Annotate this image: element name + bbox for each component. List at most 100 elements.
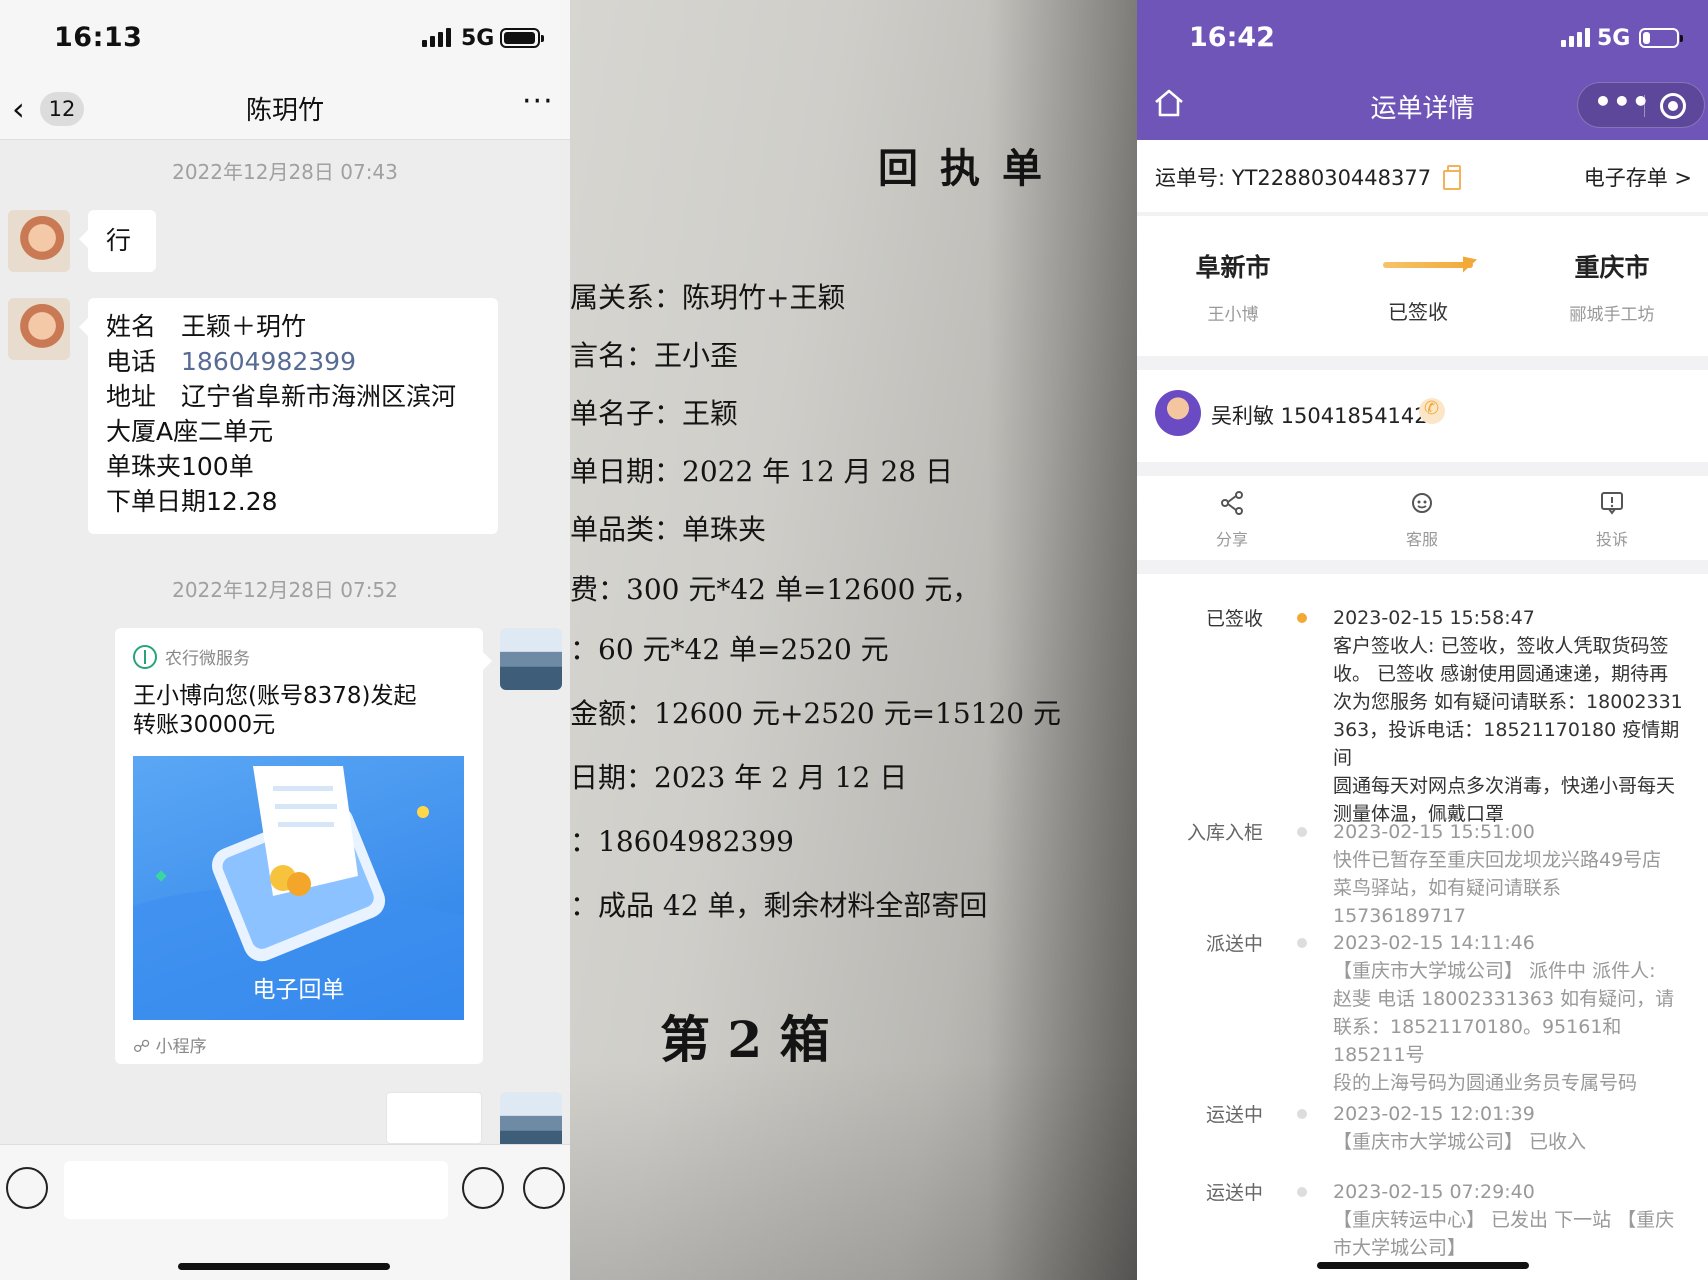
- dest-city: 重庆市: [1574, 253, 1650, 282]
- receipt-line: 费：300 元*42 单=12600 元，: [570, 573, 981, 606]
- more-icon[interactable]: ···: [522, 84, 554, 119]
- card-text: 王小博向您(账号8378)发起 转账30000元: [133, 682, 416, 740]
- event-status: 入库入柜: [1186, 822, 1263, 844]
- event-line[interactable]: 菜鸟驿站，如有疑问请联系15736189717: [1333, 874, 1693, 930]
- message-timestamp: 2022年12月28日 07:52: [172, 578, 398, 602]
- emoji-icon[interactable]: [462, 1167, 504, 1209]
- event-detail: 2023-02-15 15:51:00 快件已暂存至重庆回龙坝龙兴路49号店 菜…: [1333, 818, 1693, 930]
- abc-bank-icon: [133, 644, 157, 669]
- action-label: 分享: [1215, 530, 1248, 549]
- mini-program-capsule: •••: [1577, 82, 1705, 128]
- receipt-line: 单日期：2022 年 12 月 28 日: [570, 455, 954, 488]
- mini-program-text: 小程序: [155, 1037, 207, 1057]
- home-indicator: [1317, 1262, 1529, 1269]
- action-bar: 分享 客服 投诉: [1137, 476, 1708, 560]
- message-text: 行: [106, 226, 132, 255]
- network-label: 5G: [1597, 26, 1631, 51]
- courier-avatar: [1155, 390, 1201, 436]
- tracking-timeline: 已签收 2023-02-15 15:58:47 客户签收人: 已签收，签收人凭取…: [1137, 574, 1708, 1280]
- share-icon: [1221, 491, 1243, 515]
- origin-person: 王小博: [1207, 305, 1259, 325]
- contact-avatar[interactable]: [8, 298, 70, 360]
- photo-shadow: [570, 1060, 1137, 1280]
- route-arrow-icon: [1383, 262, 1473, 268]
- service-button[interactable]: 客服: [1327, 490, 1517, 550]
- network-label: 5G: [461, 26, 495, 51]
- event-time: 2023-02-15 12:01:39: [1333, 1103, 1535, 1125]
- status-bar: 16:13 5G: [0, 0, 570, 78]
- my-avatar[interactable]: [500, 628, 562, 690]
- event-line: 客户签收人: 已签收，签收人凭取货码签: [1333, 635, 1669, 657]
- customer-service-icon: [1412, 493, 1432, 513]
- event-status: 运送中: [1205, 1104, 1263, 1126]
- status-time: 16:13: [54, 22, 143, 53]
- order-line: 大厦A座二单元: [106, 417, 274, 446]
- event-line: 市大学城公司】: [1333, 1237, 1467, 1259]
- action-label: 投诉: [1595, 530, 1628, 549]
- card-source-label: 农行微服务: [165, 649, 250, 669]
- order-line: 下单日期12.28: [106, 487, 278, 516]
- event-time: 2023-02-15 15:58:47: [1333, 607, 1535, 629]
- status-time: 16:42: [1189, 22, 1275, 53]
- timeline-dot-icon: [1297, 1109, 1307, 1119]
- order-info-bubble[interactable]: 姓名 王颖＋玥竹 电话 18604982399 地址 辽宁省阜新市海洲区滨河 大…: [79, 298, 498, 534]
- receipt-line: ：成品 42 单，剩余材料全部寄回: [570, 889, 988, 922]
- receipt-line: ：18604982399: [570, 825, 794, 858]
- order-line: 姓名 王颖＋玥竹: [106, 312, 307, 341]
- event-line[interactable]: 次为您服务 如有疑问请联系：18002331: [1333, 688, 1693, 716]
- courier-row: 吴利敏 15041854142: [1137, 370, 1708, 462]
- copy-icon[interactable]: [1443, 165, 1461, 190]
- event-line: 圆通每天对网点多次消毒，快递小哥每天: [1333, 775, 1676, 797]
- link-icon: ☍: [133, 1037, 156, 1057]
- receipt-line: ：60 元*42 单=2520 元: [570, 633, 889, 666]
- home-indicator: [178, 1263, 390, 1270]
- receipt-illustration: 电子回单: [133, 756, 464, 1020]
- event-line: 收。 已签收 感谢使用圆通速递，期待再: [1333, 663, 1669, 685]
- capsule-divider: [1644, 95, 1645, 117]
- tracking-screen: 16:42 5G 运单详情 ••• 运单号: YT2288030448377 电…: [1137, 0, 1708, 1280]
- signal-icon: [1561, 28, 1590, 47]
- screenshot-thumbnail[interactable]: [386, 1092, 482, 1144]
- chat-input-bar: [0, 1144, 570, 1280]
- transfer-card[interactable]: 农行微服务 王小博向您(账号8378)发起 转账30000元 电子回单 ☍ 小程…: [115, 628, 492, 1064]
- receipt-photo: 回执单 属关系：陈玥竹+王颖 言名：王小歪 单名子：王颖 单日期：2022 年 …: [570, 0, 1137, 1280]
- event-line: 段的上海号码为圆通业务员专属号码: [1333, 1072, 1638, 1094]
- receipt-line: 属关系：陈玥竹+王颖: [570, 281, 846, 314]
- complaint-button[interactable]: 投诉: [1517, 490, 1707, 550]
- message-bubble[interactable]: 行: [79, 210, 156, 272]
- signal-icon: [422, 28, 451, 47]
- event-line[interactable]: 赵斐 电话 18002331363 如有疑问，请: [1333, 985, 1693, 1013]
- waybill-number: 运单号: YT2288030448377: [1155, 166, 1432, 190]
- action-label: 客服: [1405, 530, 1438, 549]
- plus-icon[interactable]: [523, 1167, 565, 1209]
- event-line: 快件已暂存至重庆回龙坝龙兴路49号店: [1333, 849, 1662, 871]
- phone-icon[interactable]: [1419, 398, 1445, 424]
- receipt-line: 言名：王小歪: [570, 339, 739, 372]
- card-text-line: 转账30000元: [133, 712, 276, 738]
- more-icon[interactable]: •••: [1594, 85, 1651, 118]
- phone-link[interactable]: 18604982399: [181, 347, 356, 376]
- e-storage-link[interactable]: 电子存单 >: [1584, 162, 1692, 192]
- voice-icon[interactable]: [6, 1167, 48, 1209]
- contact-avatar[interactable]: [8, 210, 70, 272]
- event-line[interactable]: 联系：18521170180。95161和185211号: [1333, 1013, 1693, 1069]
- order-phone-line: 电话 18604982399: [106, 344, 480, 379]
- battery-icon: [1639, 28, 1683, 48]
- message-input[interactable]: [64, 1161, 448, 1219]
- event-time: 2023-02-15 15:51:00: [1333, 821, 1535, 843]
- event-status: 派送中: [1205, 933, 1263, 955]
- event-line: 【重庆市大学城公司】 已收入: [1333, 1131, 1587, 1153]
- share-button[interactable]: 分享: [1137, 490, 1327, 550]
- event-status: 已签收: [1205, 608, 1263, 630]
- close-target-icon[interactable]: [1660, 93, 1686, 119]
- receipt-line: 日期：2023 年 2 月 12 日: [570, 761, 908, 794]
- receipt-line: 单品类：单珠夹: [570, 513, 767, 546]
- mini-program-label: ☍ 小程序: [133, 1032, 207, 1057]
- timeline-dot-icon: [1297, 938, 1307, 948]
- card-text-line: 王小博向您(账号8378)发起: [133, 683, 417, 709]
- order-line: 单珠夹100单: [106, 452, 254, 481]
- event-line[interactable]: 363，投诉电话：18521170180 疫情期间: [1333, 716, 1693, 772]
- courier-name-phone: 吴利敏 15041854142: [1211, 404, 1428, 428]
- chat-header: ‹ 12 陈玥竹 ···: [0, 78, 570, 140]
- contact-name: 陈玥竹: [245, 96, 324, 126]
